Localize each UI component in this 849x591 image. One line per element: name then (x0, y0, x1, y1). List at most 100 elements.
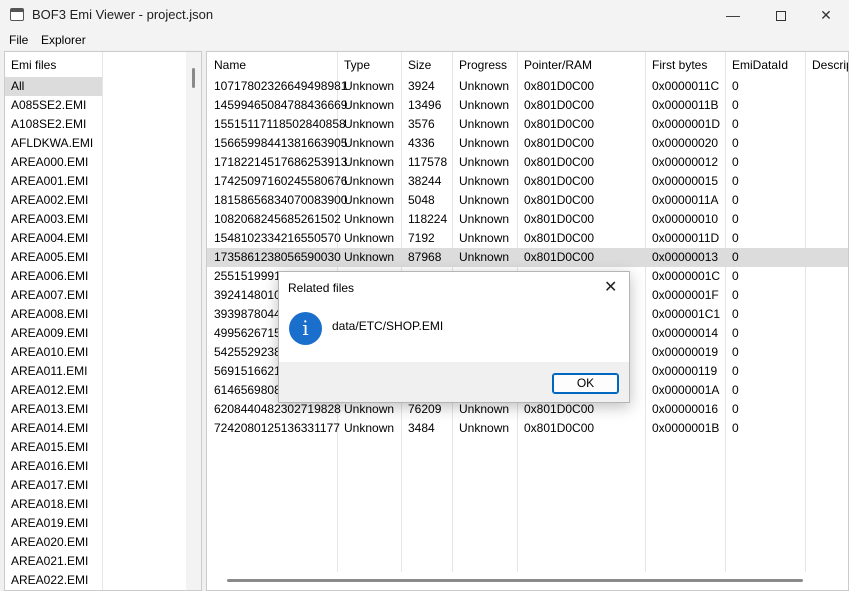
table-cell: 0 (732, 307, 739, 321)
emi-file-item[interactable]: AFLDKWA.EMI (5, 134, 102, 153)
table-cell: 1548102334216550570 (214, 231, 341, 245)
column-header[interactable]: Progress (459, 58, 507, 72)
table-cell: 1082068245685261502 (214, 212, 341, 226)
emi-file-item[interactable]: AREA015.EMI (5, 438, 102, 457)
table-cell: Unknown (459, 79, 510, 93)
scrollbar-thumb[interactable] (192, 68, 195, 88)
table-cell: Unknown (459, 155, 510, 169)
emi-files-panel: Emi files All A085SE2.EMI A108SE2.EMI AFLDK… (4, 51, 202, 591)
table-cell: Unknown (459, 231, 510, 245)
emi-file-item[interactable]: AREA007.EMI (5, 286, 102, 305)
table-cell: 0x801D0C00 (524, 231, 595, 245)
table-cell: 0x00000015 (652, 174, 719, 188)
emi-file-item[interactable]: AREA005.EMI (5, 248, 102, 267)
column-header[interactable]: Type (344, 58, 370, 72)
emi-file-item[interactable]: AREA020.EMI (5, 533, 102, 552)
table-cell: Unknown (459, 193, 510, 207)
table-cell: 0x801D0C00 (524, 193, 595, 207)
emi-file-item[interactable]: All (5, 77, 102, 96)
column-header[interactable]: First bytes (652, 58, 707, 72)
column-header[interactable]: Name (214, 58, 246, 72)
table-cell: 0 (732, 421, 739, 435)
table-row[interactable]: 17182214517686253913 Unknown 117578 Unknown… (207, 153, 848, 172)
emi-file-item[interactable]: AREA013.EMI (5, 400, 102, 419)
table-cell: 0 (732, 383, 739, 397)
table-cell: Unknown (459, 421, 510, 435)
maximize-button[interactable] (758, 0, 804, 30)
emi-file-item[interactable]: AREA004.EMI (5, 229, 102, 248)
table-cell: 0x801D0C00 (524, 421, 595, 435)
emi-file-item[interactable]: AREA008.EMI (5, 305, 102, 324)
emi-file-item[interactable]: AREA017.EMI (5, 476, 102, 495)
table-cell: 0x801D0C00 (524, 117, 595, 131)
table-row[interactable]: 14599465084788436669 Unknown 13496 Unknown 0… (207, 96, 848, 115)
menu-explorer[interactable]: Explorer (41, 33, 86, 47)
emi-file-item[interactable]: AREA009.EMI (5, 324, 102, 343)
table-cell: 0 (732, 117, 739, 131)
emi-file-item[interactable]: AREA014.EMI (5, 419, 102, 438)
column-header[interactable]: EmiDataId (732, 58, 788, 72)
table-cell: 1735861238056590030 (214, 250, 341, 264)
column-header[interactable]: Size (408, 58, 431, 72)
table-cell: 76209 (408, 402, 442, 416)
table-row[interactable]: 17425097160245580676 Unknown 38244 Unknown 0… (207, 172, 848, 191)
emi-file-item[interactable]: AREA002.EMI (5, 191, 102, 210)
table-cell: 0x801D0C00 (524, 212, 595, 226)
emi-file-item[interactable]: AREA012.EMI (5, 381, 102, 400)
table-row[interactable]: 1082068245685261502 Unknown 118224 Unknown 0… (207, 210, 848, 229)
table-cell: 25515199913 (214, 269, 288, 283)
emi-file-item[interactable]: A108SE2.EMI (5, 115, 102, 134)
table-cell: 0x801D0C00 (524, 402, 595, 416)
table-row[interactable]: 18158656834070083900 Unknown 5048 Unknown 0x… (207, 191, 848, 210)
table-cell: 0x0000001A (652, 383, 720, 397)
dialog-message: data/ETC/SHOP.EMI (332, 319, 444, 333)
table-cell: Unknown (344, 117, 395, 131)
table-cell: 5048 (408, 193, 435, 207)
horizontal-scrollbar-thumb[interactable] (227, 579, 803, 582)
ok-button[interactable]: OK (552, 373, 619, 394)
menu-file[interactable]: File (9, 33, 28, 47)
table-cell: 15515117118502840858 (214, 117, 346, 131)
table-cell: 0 (732, 288, 739, 302)
emi-file-item[interactable]: AREA000.EMI (5, 153, 102, 172)
table-cell: Unknown (344, 193, 395, 207)
info-icon: i (289, 312, 322, 345)
table-row[interactable]: 1548102334216550570 Unknown 7192 Unknown 0x8… (207, 229, 848, 248)
table-row[interactable]: 1735861238056590030 Unknown 87968 Unknown 0x… (207, 248, 848, 267)
table-cell: Unknown (344, 402, 395, 416)
column-header[interactable]: Descrip (812, 58, 848, 72)
dialog-footer: OK (279, 362, 629, 402)
dialog-close-button[interactable]: ✕ (604, 277, 617, 297)
emi-file-item[interactable]: AREA011.EMI (5, 362, 102, 381)
emi-file-item[interactable]: AREA019.EMI (5, 514, 102, 533)
table-cell: Unknown (344, 136, 395, 150)
emi-file-item[interactable]: A085SE2.EMI (5, 96, 102, 115)
table-cell: 0x0000011C (652, 79, 720, 93)
table-cell: 18158656834070083900 (214, 193, 348, 207)
table-row[interactable]: 15515117118502840858 Unknown 3576 Unknown 0x… (207, 115, 848, 134)
table-cell: 0 (732, 193, 739, 207)
emi-file-item[interactable]: AREA022.EMI (5, 571, 102, 590)
menu-bar: File Explorer (0, 30, 849, 50)
table-cell: 0x0000011D (652, 231, 720, 245)
table-cell: 0x0000011A (652, 193, 719, 207)
emi-file-item[interactable]: AREA003.EMI (5, 210, 102, 229)
table-row[interactable]: 15665998441381663905 Unknown 4336 Unknown 0x… (207, 134, 848, 153)
column-header[interactable]: Pointer/RAM (524, 58, 592, 72)
close-window-button[interactable]: ✕ (803, 0, 849, 30)
minimize-button[interactable]: — (710, 0, 756, 30)
table-cell: 17425097160245580676 (214, 174, 348, 188)
table-cell: 6208440482302719828 (214, 402, 341, 416)
emi-file-item[interactable]: AREA010.EMI (5, 343, 102, 362)
emi-files-scrollbar[interactable] (186, 52, 201, 590)
emi-file-item[interactable]: AREA016.EMI (5, 457, 102, 476)
emi-file-item[interactable]: AREA018.EMI (5, 495, 102, 514)
emi-file-item[interactable]: AREA001.EMI (5, 172, 102, 191)
table-cell: Unknown (459, 174, 510, 188)
table-row[interactable]: 10717802326649498981 Unknown 3924 Unknown 0x… (207, 77, 848, 96)
table-cell: 3924 (408, 79, 435, 93)
table-row[interactable]: 7242080125136331177 Unknown 3484 Unknown 0x8… (207, 419, 848, 438)
emi-files-header[interactable]: Emi files (11, 58, 56, 72)
emi-file-item[interactable]: AREA021.EMI (5, 552, 102, 571)
emi-file-item[interactable]: AREA006.EMI (5, 267, 102, 286)
